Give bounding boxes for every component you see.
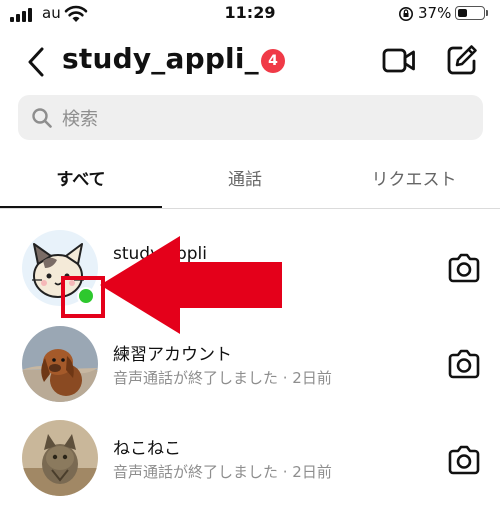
rotation-lock-icon: [399, 7, 413, 21]
annotation-arrow: [100, 236, 282, 334]
compose-icon[interactable]: [445, 43, 479, 77]
tab-bar: すべて 通話 リクエスト: [0, 160, 500, 208]
camera-icon[interactable]: [446, 444, 482, 476]
conversation-name: 練習アカウント: [113, 345, 232, 365]
camera-icon[interactable]: [446, 252, 482, 284]
conversation-item[interactable]: ねこねこ 音声通話が終了しました · 2日前: [0, 412, 500, 504]
account-username[interactable]: study_appli_: [62, 42, 259, 75]
status-bar: au 11:29 37%: [0, 0, 500, 30]
battery-icon: [455, 6, 485, 20]
back-icon[interactable]: [22, 45, 52, 79]
direct-messages-screen: au 11:29 37% study_appli_ 4 検索 すべて 通話 リク…: [0, 0, 500, 505]
video-call-icon[interactable]: [381, 44, 417, 78]
avatar: [22, 326, 98, 402]
tab-all[interactable]: すべて: [0, 160, 162, 206]
tab-requests[interactable]: リクエスト: [328, 160, 500, 206]
divider: [0, 208, 500, 209]
search-placeholder: 検索: [62, 109, 98, 130]
unread-count-badge: 4: [261, 49, 285, 73]
battery-percent: 37%: [418, 4, 452, 22]
conversation-name: ねこねこ: [113, 439, 181, 459]
avatar: [22, 420, 98, 496]
search-icon: [32, 108, 52, 128]
conversation-subtitle: 音声通話が終了しました · 2日前: [113, 369, 332, 387]
tab-calls[interactable]: 通話: [162, 160, 328, 206]
conversation-subtitle: 音声通話が終了しました · 2日前: [113, 463, 332, 481]
battery-tip: [486, 10, 488, 16]
search-input[interactable]: 検索: [18, 95, 483, 140]
camera-icon[interactable]: [446, 348, 482, 380]
